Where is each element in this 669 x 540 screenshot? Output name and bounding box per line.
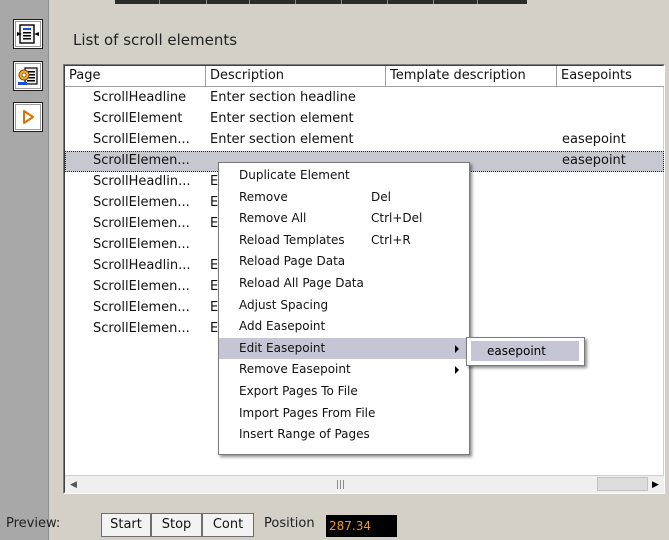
menu-item-remove-all[interactable]: Remove All Ctrl+Del: [219, 208, 469, 230]
submenu-item-easepoint[interactable]: easepoint: [471, 341, 579, 361]
cell-description: E: [210, 258, 219, 273]
scroll-right-arrow-icon[interactable]: ▶: [647, 476, 664, 493]
column-header-easepoints[interactable]: Easepoints: [557, 66, 664, 87]
menu-item-edit-easepoint[interactable]: Edit Easepoint: [219, 337, 469, 360]
page-layout-button[interactable]: [13, 19, 43, 49]
cell-description: E: [210, 279, 219, 294]
menu-item-label: Add Easepoint: [239, 319, 326, 334]
play-icon: [23, 110, 34, 124]
menu-item-shortcut: Ctrl+R: [371, 232, 411, 247]
page-layout-icon: [17, 24, 39, 44]
menu-item-label: Reload Page Data: [239, 254, 346, 269]
horizontal-scrollbar[interactable]: ◀ ▶: [65, 475, 664, 493]
position-label: Position: [264, 516, 315, 531]
stop-button[interactable]: Stop: [151, 513, 202, 537]
cell-description: E: [210, 300, 219, 315]
menu-item-add-easepoint[interactable]: Add Easepoint: [219, 316, 469, 338]
menu-item-label: Duplicate Element: [239, 168, 350, 182]
column-header-description[interactable]: Description: [206, 66, 386, 87]
menu-item-shortcut: Del: [371, 189, 391, 204]
sidebar: [0, 0, 49, 540]
submenu-arrow-icon: [455, 366, 459, 375]
cell-page: ScrollElemen...: [93, 153, 190, 168]
cell-page: ScrollElemen...: [93, 132, 190, 147]
cell-page: ScrollElemen...: [93, 279, 190, 294]
cell-page: ScrollHeadlin...: [93, 174, 191, 189]
column-header-page[interactable]: Page: [65, 66, 206, 87]
menu-item-label: Export Pages To File: [239, 384, 358, 398]
play-button[interactable]: [13, 102, 43, 132]
menu-item-reload-all-page-data[interactable]: Reload All Page Data: [219, 273, 469, 295]
table-row[interactable]: ScrollElement Enter section element: [65, 109, 664, 130]
menu-item-insert-range-of-pages[interactable]: Insert Range of Pages: [219, 424, 469, 446]
table-row[interactable]: ScrollElemen... Enter section element ease…: [65, 130, 664, 151]
cell-easepoints: easepoint: [562, 132, 626, 147]
menu-item-import-pages-from-file[interactable]: Import Pages From File: [219, 403, 469, 425]
cell-description: E: [210, 174, 219, 189]
menu-item-label: Reload Templates: [239, 232, 345, 247]
cell-page: ScrollElement: [93, 111, 183, 126]
edit-easepoint-submenu: easepoint: [466, 337, 585, 366]
cell-description: E: [210, 195, 219, 210]
cell-description: Enter section element: [210, 132, 354, 147]
menu-item-reload-templates[interactable]: Reload Templates Ctrl+R: [219, 230, 469, 252]
cell-page: ScrollElemen...: [93, 300, 190, 315]
cont-button[interactable]: Cont: [202, 513, 254, 537]
menu-item-label: Insert Range of Pages: [239, 427, 370, 442]
menu-item-export-pages-to-file[interactable]: Export Pages To File: [219, 381, 469, 403]
scrollbar-thumb[interactable]: [597, 477, 648, 491]
submenu-arrow-icon: [455, 344, 459, 353]
cell-page: ScrollHeadlin...: [93, 258, 191, 273]
position-value: 287.34: [326, 515, 397, 537]
menu-item-label: Remove Easepoint: [239, 362, 351, 377]
settings-grid-button[interactable]: [13, 61, 43, 91]
preview-label: Preview:: [6, 516, 61, 531]
cell-description: E: [210, 321, 219, 336]
cell-page: ScrollElemen...: [93, 321, 190, 336]
cell-page: ScrollElemen...: [93, 237, 190, 252]
context-menu: Duplicate Element Remove Del Remove All Ctrl…: [218, 162, 470, 455]
menu-item-remove-easepoint[interactable]: Remove Easepoint: [219, 359, 469, 381]
cell-page: ScrollElemen...: [93, 216, 190, 231]
cell-page: ScrollHeadline: [93, 90, 187, 105]
menu-item-remove[interactable]: Remove Del: [219, 187, 469, 209]
scroll-left-arrow-icon[interactable]: ◀: [65, 476, 82, 493]
menu-item-duplicate-element[interactable]: Duplicate Element: [219, 165, 469, 187]
column-header-template-description[interactable]: Template description: [386, 66, 557, 87]
menu-item-shortcut: Ctrl+Del: [371, 211, 423, 226]
cell-description: Enter section headline: [210, 90, 356, 105]
menu-item-adjust-spacing[interactable]: Adjust Spacing: [219, 295, 469, 317]
menu-item-label: Adjust Spacing: [239, 297, 329, 312]
menu-item-label: Import Pages From File: [239, 405, 376, 420]
menu-item-label: Remove: [239, 189, 288, 204]
menu-item-label: Edit Easepoint: [239, 340, 326, 355]
menu-item-reload-page-data[interactable]: Reload Page Data: [219, 251, 469, 273]
scrollbar-grip-icon: [337, 480, 346, 489]
cell-easepoints: easepoint: [562, 153, 626, 168]
table-row[interactable]: ScrollHeadline Enter section headline: [65, 88, 664, 109]
cell-page: ScrollElemen...: [93, 195, 190, 210]
cell-description: E: [210, 216, 219, 231]
list-title: List of scroll elements: [73, 31, 238, 49]
menu-item-label: Reload All Page Data: [239, 276, 364, 290]
start-button[interactable]: Start: [101, 513, 151, 537]
menu-item-label: Remove All: [239, 211, 307, 226]
cell-description: Enter section element: [210, 111, 354, 126]
settings-grid-icon: [18, 67, 38, 85]
top-toolbar-strip: [115, 0, 527, 4]
